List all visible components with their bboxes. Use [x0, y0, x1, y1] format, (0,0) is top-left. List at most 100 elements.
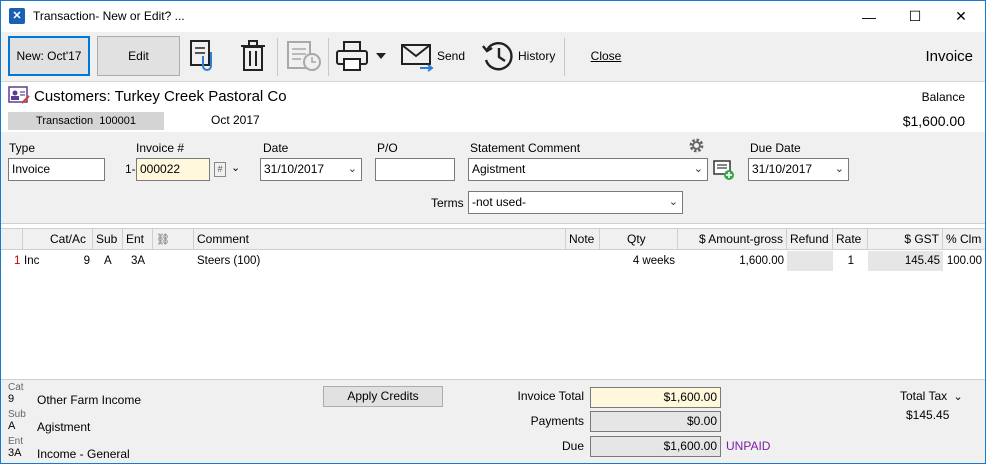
column-comment[interactable]: Comment	[194, 229, 566, 250]
terms-label: Terms	[431, 196, 464, 210]
cat-tag: Cat	[8, 382, 24, 393]
link-column[interactable]: ⛓	[153, 229, 194, 250]
column-rate[interactable]: Rate	[833, 229, 868, 250]
balance-label: Balance	[921, 90, 965, 104]
invoice-prefix: 1-	[125, 162, 136, 176]
column-ent[interactable]: Ent	[123, 229, 153, 250]
window-title: Transaction- New or Edit? ...	[33, 9, 185, 23]
app-icon: ✕	[9, 8, 25, 24]
print-dropdown-icon[interactable]	[375, 38, 387, 74]
gear-icon[interactable]	[688, 137, 705, 157]
ent-tag: Ent	[8, 436, 24, 447]
toolbar-separator	[277, 38, 278, 76]
transaction-label: Transaction	[36, 115, 94, 127]
column-sub[interactable]: Sub	[93, 229, 123, 250]
invoice-total-field: $1,600.00	[590, 387, 721, 408]
total-tax-value: $145.45	[906, 408, 950, 422]
history-label: History	[518, 49, 556, 63]
print-icon[interactable]	[334, 38, 372, 74]
invoice-number-field[interactable]: 000022	[136, 158, 210, 181]
column-claim-percent[interactable]: % Clm	[943, 229, 985, 250]
edit-button[interactable]: Edit	[97, 36, 180, 76]
cell-ent[interactable]: 3A	[128, 251, 148, 271]
sub-tag: Sub	[8, 409, 26, 420]
statement-comment-field[interactable]: Agistment ⌄	[468, 158, 708, 181]
close-button[interactable]: Close	[579, 36, 633, 76]
toolbar: New: Oct'17 Edit Send History Close Invo…	[1, 32, 985, 82]
minimize-button[interactable]: —	[846, 1, 892, 32]
date-value: 31/10/2017	[264, 162, 325, 176]
sub-description: Agistment	[37, 420, 91, 434]
cell-note[interactable]	[566, 251, 600, 271]
new-button[interactable]: New: Oct'17	[8, 36, 90, 76]
cell-qty[interactable]: 4 weeks	[600, 251, 678, 271]
ent-value: 3A	[8, 447, 22, 459]
statement-comment-label: Statement Comment	[470, 141, 581, 155]
customer-name: Customers: Turkey Creek Pastoral Co	[34, 88, 287, 105]
terms-field[interactable]: -not used- ⌄	[468, 191, 683, 214]
cell-cat[interactable]: 9	[47, 251, 93, 271]
maximize-button[interactable]: ☐	[892, 1, 938, 32]
due-field: $1,600.00	[590, 436, 721, 457]
chevron-down-icon: ⌄	[953, 391, 963, 403]
total-tax-toggle[interactable]: Total Tax ⌄	[900, 389, 963, 403]
row-kind: Inc	[24, 255, 40, 267]
cell-rate[interactable]: 1	[833, 251, 857, 271]
due-date-field[interactable]: 31/10/2017 ⌄	[748, 158, 849, 181]
type-label: Type	[9, 141, 36, 155]
column-gst[interactable]: $ GST	[868, 229, 943, 250]
table-row[interactable]: 1 Inc 9 A 3A Steers (100) 4 weeks 1,600.…	[1, 251, 985, 271]
close-window-button[interactable]: ✕	[938, 1, 984, 32]
close-button-label: Close	[590, 49, 622, 63]
chevron-down-icon[interactable]: ⌄	[231, 161, 240, 174]
customer-card-icon	[8, 85, 30, 108]
chevron-down-icon: ⌄	[834, 163, 844, 175]
type-field[interactable]: Invoice	[8, 158, 105, 181]
cell-comment[interactable]: Steers (100)	[194, 251, 263, 271]
column-refund[interactable]: Refund	[787, 229, 833, 250]
toolbar-separator	[564, 38, 565, 76]
chevron-down-icon: ⌄	[668, 196, 678, 208]
add-comment-icon[interactable]	[713, 159, 735, 184]
toolbar-separator	[328, 38, 329, 76]
transaction-number: 100001	[99, 115, 136, 127]
column-note[interactable]: Note	[566, 229, 600, 250]
total-tax-label: Total Tax	[900, 389, 948, 403]
cell-refund[interactable]	[787, 251, 833, 271]
ent-description: Income - General	[37, 447, 130, 461]
column-amount-gross[interactable]: $ Amount-gross	[678, 229, 787, 250]
send-button[interactable]: Send	[400, 38, 465, 74]
edit-button-label: Edit	[128, 49, 149, 63]
chevron-down-icon: ⌄	[693, 163, 703, 175]
next-number-icon[interactable]: #	[214, 162, 226, 177]
apply-credits-button[interactable]: Apply Credits	[323, 386, 443, 407]
column-qty[interactable]: Qty	[600, 229, 678, 250]
due-label: Due	[561, 439, 584, 453]
recurring-schedule-icon	[285, 38, 323, 74]
date-label: Date	[263, 141, 289, 155]
grid-header-spacer	[1, 229, 23, 250]
po-field[interactable]	[375, 158, 455, 181]
grid-header: Cat/Ac Sub Ent ⛓ Comment Note Qty $ Amou…	[1, 228, 985, 250]
link-icon: ⛓	[156, 234, 170, 246]
cell-gst[interactable]: 145.45	[868, 251, 943, 271]
footer-panel	[1, 379, 985, 463]
mode-label: Invoice	[925, 48, 973, 65]
attach-document-icon[interactable]	[187, 38, 223, 74]
history-button[interactable]: History	[480, 38, 555, 74]
invoice-total-label: Invoice Total	[517, 389, 585, 403]
period-label: Oct 2017	[211, 113, 260, 127]
column-cat-ac[interactable]: Cat/Ac	[47, 229, 93, 250]
cell-amount[interactable]: 1,600.00	[678, 251, 787, 271]
chevron-down-icon: ⌄	[347, 163, 357, 175]
cell-sub[interactable]: A	[101, 251, 115, 271]
transaction-number-box: Transaction 100001	[8, 112, 164, 130]
date-field[interactable]: 31/10/2017 ⌄	[260, 158, 362, 181]
cat-description: Other Farm Income	[37, 393, 142, 407]
due-date-label: Due Date	[750, 141, 801, 155]
new-button-label: New: Oct'17	[16, 49, 82, 63]
delete-trash-icon[interactable]	[237, 38, 269, 74]
due-date-value: 31/10/2017	[752, 162, 813, 176]
cell-claim-percent[interactable]: 100.00	[943, 251, 985, 271]
title-bar: ✕ Transaction- New or Edit? ... — ☐ ✕	[1, 1, 985, 32]
